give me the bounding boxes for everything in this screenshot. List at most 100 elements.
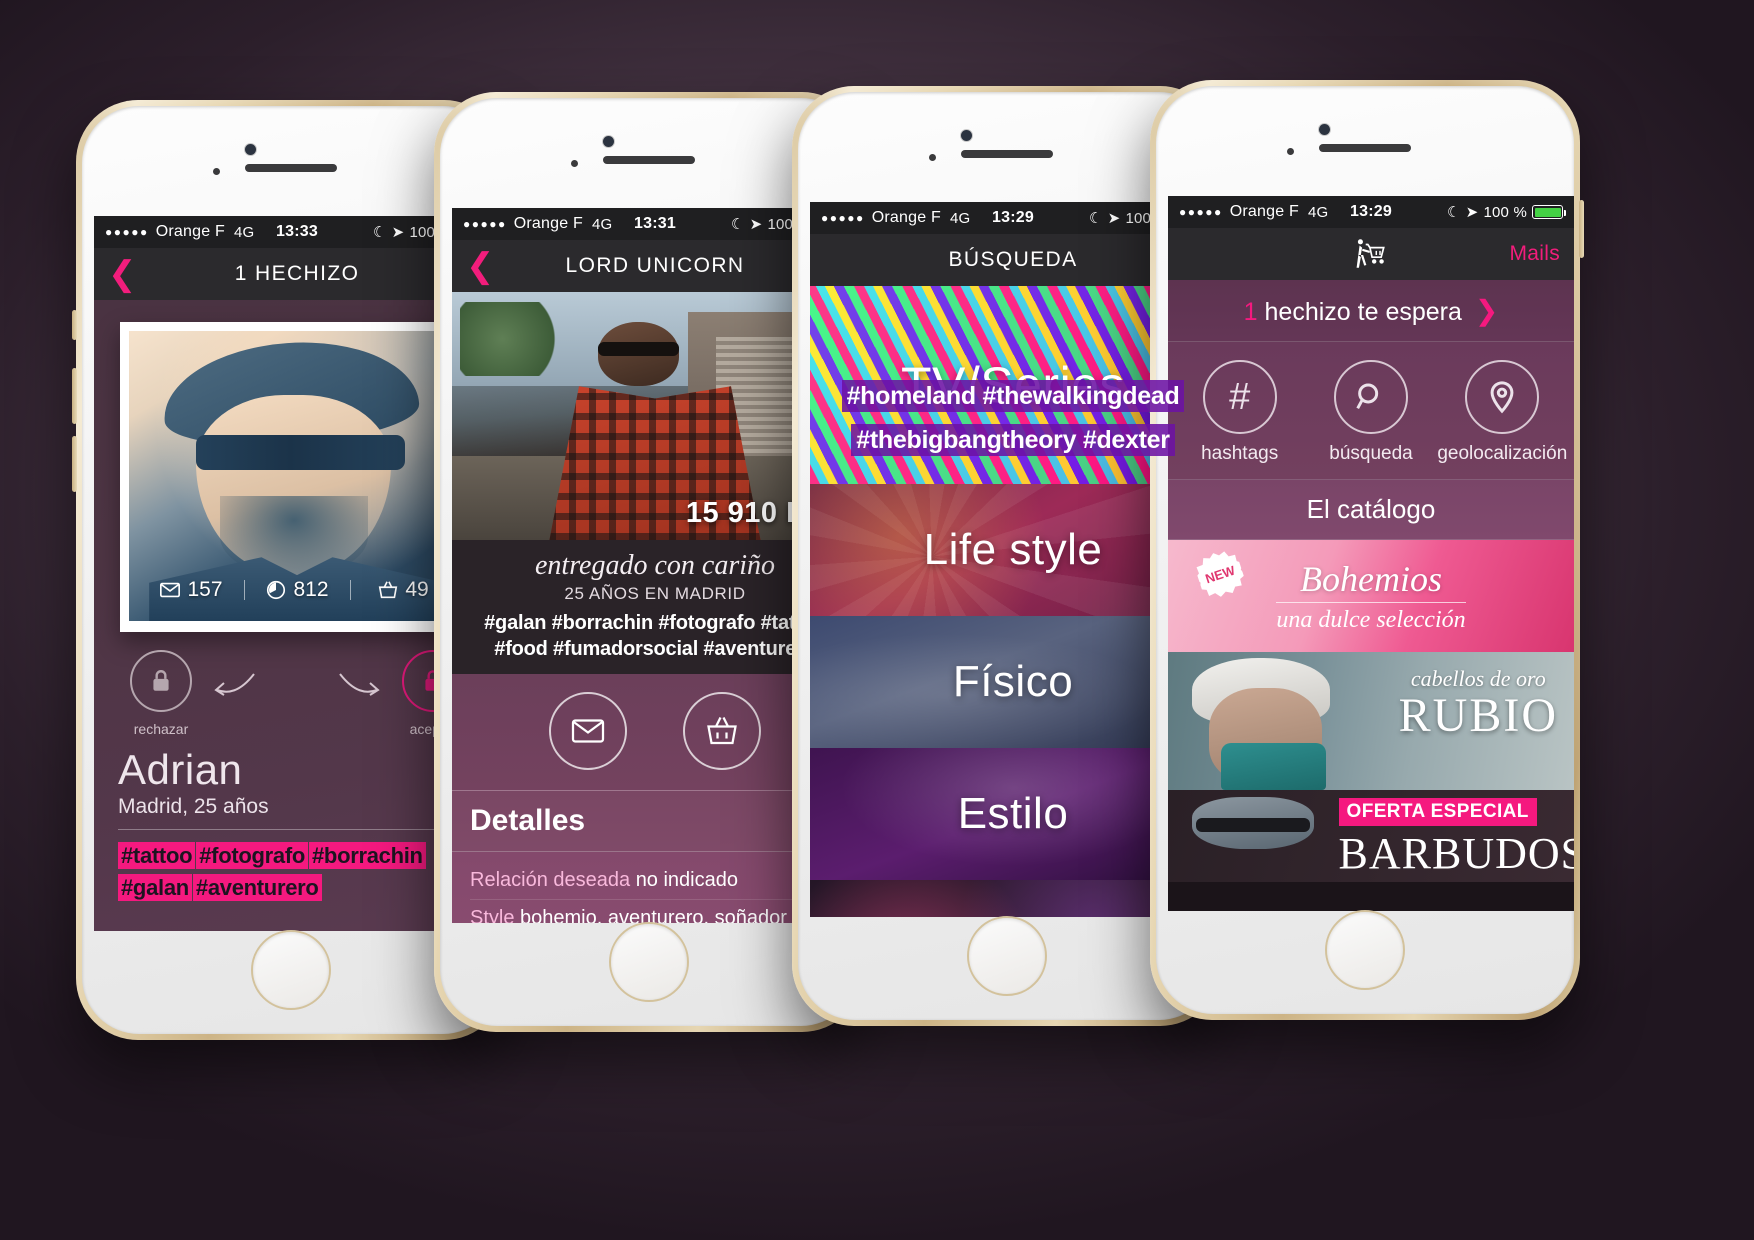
new-badge: NEW	[1192, 546, 1247, 601]
network-label: 4G	[1307, 203, 1329, 221]
map-pin-icon	[1490, 381, 1514, 414]
reject-button[interactable]	[130, 650, 192, 712]
arrow-right-icon	[339, 672, 380, 696]
views-icon	[267, 580, 286, 600]
magnifier-icon	[1356, 383, 1379, 410]
reject-label: rechazar	[133, 721, 189, 737]
card-title: Bohemios	[1300, 559, 1442, 599]
tagline: entregado con cariño	[534, 550, 776, 581]
card-title: BARBUDOS	[1338, 829, 1574, 878]
home-button[interactable]	[1325, 910, 1405, 990]
detail-key: Relación deseada	[470, 869, 631, 891]
volume-down-button[interactable]	[72, 436, 77, 492]
catalog-cards: NEW Bohemios una dulce selección cabello…	[1168, 540, 1574, 882]
stat-mails: 157	[138, 578, 244, 602]
hashtag-chip[interactable]: #aventurero	[192, 874, 322, 902]
front-camera	[1319, 124, 1330, 135]
hashtag-line-2[interactable]: #food #fumadorsocial #aventurero	[466, 636, 844, 662]
network-label: 4G	[591, 215, 613, 233]
back-button[interactable]: ❮	[108, 257, 138, 291]
page-title: BÚSQUEDA	[948, 248, 1078, 271]
category-tags-line-1: #homeland #thewalkingdead	[810, 380, 1216, 412]
signal-dots-icon: ●●●●●	[463, 217, 507, 231]
age-location-label: 25 AÑOS EN MADRID	[564, 584, 746, 603]
basket-icon	[707, 716, 737, 745]
clock-label: 13:31	[634, 215, 676, 232]
tool-label: geolocalización	[1437, 443, 1568, 464]
hashtag-chip[interactable]: #fotografo	[196, 842, 308, 870]
chevron-right-icon: ❯	[1474, 295, 1499, 326]
detail-value: bohemio, aventurero, soñador	[520, 907, 787, 923]
home-button[interactable]	[251, 930, 331, 1010]
swipe-arrows	[192, 668, 402, 698]
clock-label: 13:29	[992, 209, 1034, 226]
signal-dots-icon: ●●●●●	[821, 211, 865, 225]
tool-busqueda[interactable]: búsqueda	[1306, 360, 1436, 465]
screenshot-canvas: ●●●●● Orange F 4G 13:33 ☾ ➤ 100 % ❮ 1 HE…	[0, 0, 1754, 1240]
catalog-title[interactable]: El catálogo	[1168, 480, 1574, 540]
hashtag-chip[interactable]: #tattoo	[118, 842, 196, 870]
power-button[interactable]	[1579, 200, 1584, 258]
proximity-sensor	[571, 160, 578, 167]
carrier-label: Orange F	[1229, 203, 1299, 220]
phone-4-body: ●●●●● Orange F 4G 13:29 ☾ ➤ 100 % Mails …	[1156, 86, 1574, 1014]
profile-photo: 157 812 49	[129, 331, 465, 621]
offer-badge: OFERTA ESPECIAL	[1338, 798, 1537, 826]
hechizo-banner[interactable]: 1 hechizo te espera ❯	[1168, 280, 1574, 342]
reject-action[interactable]: rechazar	[130, 650, 192, 737]
card-title: RUBIO	[1398, 689, 1558, 742]
proximity-sensor	[929, 154, 936, 161]
message-button[interactable]	[549, 692, 627, 770]
carrier-label: Orange F	[871, 209, 941, 226]
home-button[interactable]	[609, 922, 689, 1002]
card-barbudos[interactable]: OFERTA ESPECIAL BARBUDOS	[1168, 790, 1574, 882]
envelope-icon	[571, 719, 605, 743]
status-bar: ●●●●● Orange F 4G 13:29 ☾ ➤ 100 %	[1168, 196, 1574, 228]
detail-key: Style	[470, 907, 515, 923]
lock-closed-icon	[153, 670, 169, 691]
moon-icon: ☾	[1447, 204, 1461, 221]
detail-row: Style bohemio, aventurero, soñador	[470, 900, 840, 923]
detail-row: Relación deseada no indicado	[470, 862, 840, 900]
signal-dots-icon: ●●●●●	[1179, 205, 1223, 219]
card-subtitle: una dulce selección	[1276, 602, 1466, 634]
detail-value: no indicado	[635, 869, 738, 891]
location-arrow-icon: ➤	[1107, 210, 1121, 227]
profile-name: Adrian	[118, 746, 243, 793]
home-button[interactable]	[967, 916, 1047, 996]
volume-up-button[interactable]	[72, 368, 77, 424]
shopping-cart-icon[interactable]	[1353, 238, 1389, 270]
front-camera	[245, 144, 256, 155]
phone-4-screen: ●●●●● Orange F 4G 13:29 ☾ ➤ 100 % Mails …	[1168, 196, 1574, 911]
mails-button[interactable]: Mails	[1509, 242, 1560, 266]
basket-button[interactable]	[683, 692, 761, 770]
battery-percent-label: 100 %	[1483, 203, 1527, 221]
tool-geolocalizacion[interactable]: geolocalización	[1437, 360, 1567, 465]
hashtag-line-1[interactable]: #galan #borrachin #fotografo #tattoo	[466, 610, 844, 636]
hashtag-chip[interactable]: #galan	[118, 874, 192, 902]
card-bohemios[interactable]: NEW Bohemios una dulce selección	[1168, 540, 1574, 652]
mute-switch[interactable]	[72, 310, 77, 340]
envelope-icon	[160, 582, 181, 598]
arrow-left-icon	[214, 672, 255, 696]
hashtag-list: #galan #borrachin #fotografo #tattoo #fo…	[466, 610, 844, 662]
hashtag-chip[interactable]: #borrachin	[309, 842, 426, 870]
polaroid-photo[interactable]: 157 812 49	[120, 322, 474, 632]
battery-icon	[1532, 205, 1566, 219]
network-label: 4G	[233, 223, 255, 241]
phone-4: ●●●●● Orange F 4G 13:29 ☾ ➤ 100 % Mails …	[1150, 80, 1584, 1020]
card-rubio[interactable]: cabellos de oro RUBIO	[1168, 652, 1574, 790]
proximity-sensor	[213, 168, 220, 175]
photo-stats-bar: 157 812 49	[138, 570, 456, 610]
location-arrow-icon: ➤	[749, 216, 763, 233]
carrier-label: Orange F	[155, 223, 225, 240]
earpiece-speaker	[245, 164, 337, 172]
earpiece-speaker	[1319, 144, 1411, 152]
hechizo-count: 1	[1243, 298, 1258, 326]
tools-row: # hashtags búsqueda geolocalización	[1168, 342, 1574, 480]
page-title: LORD UNICORN	[565, 254, 745, 277]
category-tags-line-2: #thebigbangtheory #dexter	[810, 424, 1216, 456]
moon-icon: ☾	[731, 216, 745, 233]
network-label: 4G	[949, 209, 971, 227]
back-button[interactable]: ❮	[466, 249, 496, 283]
